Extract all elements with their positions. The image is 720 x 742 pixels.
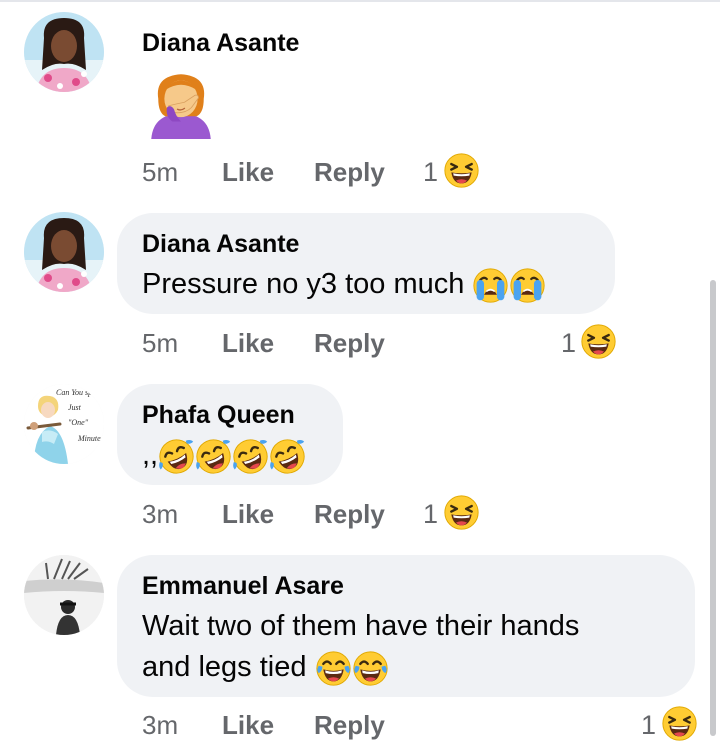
avatar-caption: "One" [68,418,89,427]
avatar-caption: Can You sp [56,388,92,397]
comment-text-row: Pressure no y3 too much [142,263,546,305]
avatar-emmanuel-asare[interactable] [24,555,104,635]
comment-text: Wait two of them have their hands [142,610,580,642]
like-button[interactable]: Like [222,328,274,358]
comment-author[interactable]: Diana Asante [142,229,299,259]
scrollbar[interactable] [710,280,716,736]
like-button[interactable]: Like [222,157,274,187]
reply-button[interactable]: Reply [314,157,385,187]
woman-facepalming-emoji [146,66,216,142]
comment-text-row: and legs tied [142,646,389,688]
comment-author[interactable]: Emmanuel Asare [142,571,344,601]
avatar-diana-asante[interactable] [24,12,104,92]
comment-time: 3m [142,499,179,529]
comment-time: 5m [142,157,179,187]
tears-of-joy-emoji [352,650,389,687]
reaction-count[interactable]: 1 [423,499,438,529]
comment-author[interactable]: Diana Asante [142,28,299,58]
tears-of-joy-emoji [315,650,352,687]
like-button[interactable]: Like [222,499,274,529]
comment-author[interactable]: Phafa Queen [142,400,295,430]
comment-text: Pressure no y3 too much [142,268,465,300]
rolling-on-floor-laughing-emoji [195,438,232,475]
reply-button[interactable]: Reply [314,499,385,529]
comment-time: 5m [142,328,179,358]
laughing-squint-icon[interactable] [580,323,617,360]
comment-text: ,, [142,439,159,471]
laughing-squint-icon[interactable] [443,152,480,189]
loudly-crying-emoji [472,267,509,304]
reaction-count[interactable]: 1 [561,328,576,358]
loudly-crying-emoji [509,267,546,304]
reply-button[interactable]: Reply [314,328,385,358]
avatar-phafa-queen[interactable]: Can You sp Just "One" Minute [24,384,104,464]
comment-text-row: ,, [142,434,306,476]
rolling-on-floor-laughing-emoji [232,438,269,475]
top-divider [0,0,720,2]
rolling-on-floor-laughing-emoji [158,438,195,475]
comment-text: and legs tied [142,651,307,683]
avatar-caption: Just [68,403,82,412]
avatar-diana-asante[interactable] [24,212,104,292]
laughing-squint-icon[interactable] [443,494,480,531]
rolling-on-floor-laughing-emoji [269,438,306,475]
laughing-squint-icon[interactable] [661,705,698,742]
avatar-caption: Minute [77,434,101,443]
reaction-count[interactable]: 1 [423,157,438,187]
